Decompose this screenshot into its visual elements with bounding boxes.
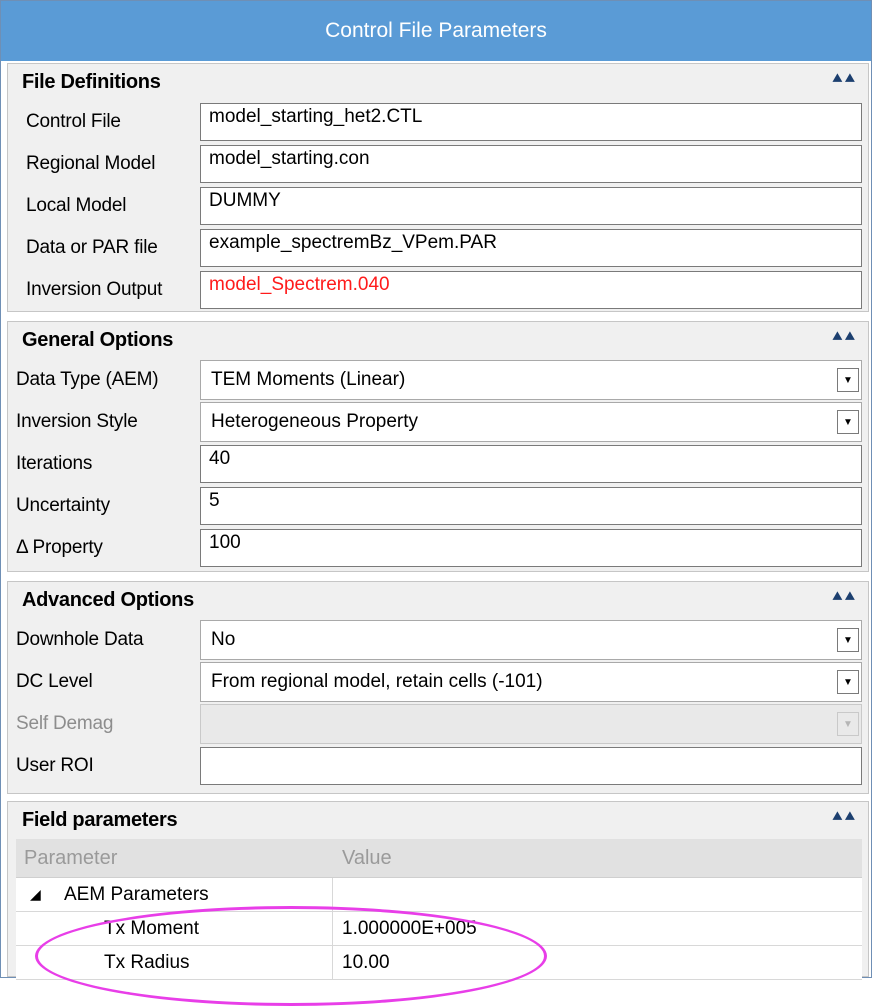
uncertainty-row: Uncertainty 5 bbox=[8, 484, 868, 528]
double-chevron-up-icon[interactable]: ⯅⯅ bbox=[831, 590, 856, 606]
advanced-options-panel: Advanced Options ⯅⯅ Downhole Data No ▼ D… bbox=[7, 581, 869, 794]
advanced-options-title: Advanced Options bbox=[22, 588, 194, 611]
double-chevron-up-icon[interactable]: ⯅⯅ bbox=[831, 330, 856, 346]
column-divider bbox=[332, 912, 333, 945]
dropdown-arrow-icon[interactable]: ▼ bbox=[837, 628, 859, 652]
regional-model-label: Regional Model bbox=[26, 153, 156, 174]
self-demag-select: ▼ bbox=[200, 704, 862, 744]
window-title: Control File Parameters bbox=[1, 1, 871, 61]
data-type-label: Data Type (AEM) bbox=[16, 369, 159, 390]
column-divider bbox=[332, 878, 333, 911]
file-definitions-title: File Definitions bbox=[22, 70, 161, 93]
data-par-file-field[interactable]: example_spectremBz_VPem.PAR bbox=[200, 229, 862, 267]
tx-radius-label: Tx Radius bbox=[104, 951, 190, 973]
control-file-field[interactable]: model_starting_het2.CTL bbox=[200, 103, 862, 141]
inversion-style-label: Inversion Style bbox=[16, 411, 138, 432]
control-file-row: Control File model_starting_het2.CTL bbox=[8, 100, 868, 144]
expand-triangle-icon[interactable]: ◢ bbox=[30, 878, 41, 911]
inversion-style-row: Inversion Style Heterogeneous Property ▼ bbox=[8, 400, 868, 444]
tx-radius-value[interactable]: 10.00 bbox=[342, 946, 390, 979]
parameter-column-header[interactable]: Parameter bbox=[24, 839, 117, 877]
iterations-field[interactable]: 40 bbox=[200, 445, 862, 483]
data-type-value: TEM Moments (Linear) bbox=[211, 369, 406, 390]
aem-parameters-group-row[interactable]: ◢ AEM Parameters bbox=[16, 878, 862, 912]
inversion-output-label: Inversion Output bbox=[26, 279, 163, 300]
dc-level-select[interactable]: From regional model, retain cells (-101)… bbox=[200, 662, 862, 702]
column-divider bbox=[332, 946, 333, 979]
uncertainty-label: Uncertainty bbox=[16, 495, 110, 516]
self-demag-label: Self Demag bbox=[16, 713, 114, 734]
table-row[interactable]: Tx Moment 1.000000E+005 bbox=[16, 912, 862, 946]
regional-model-row: Regional Model model_starting.con bbox=[8, 142, 868, 186]
delta-property-label: Δ Property bbox=[16, 537, 103, 558]
data-par-file-label: Data or PAR file bbox=[26, 237, 158, 258]
user-roi-label: User ROI bbox=[16, 755, 94, 776]
local-model-field[interactable]: DUMMY bbox=[200, 187, 862, 225]
tx-moment-label: Tx Moment bbox=[104, 917, 200, 939]
aem-parameters-label: AEM Parameters bbox=[64, 883, 209, 905]
iterations-label: Iterations bbox=[16, 453, 93, 474]
control-file-parameters-window: Control File Parameters File Definitions… bbox=[0, 0, 872, 1006]
general-options-header[interactable]: General Options ⯅⯅ bbox=[8, 322, 868, 358]
delta-property-row: Δ Property 100 bbox=[8, 526, 868, 570]
double-chevron-up-icon[interactable]: ⯅⯅ bbox=[831, 72, 856, 88]
general-options-panel: General Options ⯅⯅ Data Type (AEM) TEM M… bbox=[7, 321, 869, 572]
inversion-style-select[interactable]: Heterogeneous Property ▼ bbox=[200, 402, 862, 442]
data-type-row: Data Type (AEM) TEM Moments (Linear) ▼ bbox=[8, 358, 868, 402]
dc-level-label: DC Level bbox=[16, 671, 93, 692]
dc-level-value: From regional model, retain cells (-101) bbox=[211, 671, 543, 692]
dropdown-arrow-icon[interactable]: ▼ bbox=[837, 410, 859, 434]
inversion-output-field[interactable]: model_Spectrem.040 bbox=[200, 271, 862, 309]
delta-property-field[interactable]: 100 bbox=[200, 529, 862, 567]
iterations-row: Iterations 40 bbox=[8, 442, 868, 486]
file-definitions-header[interactable]: File Definitions ⯅⯅ bbox=[8, 64, 868, 100]
value-column-header[interactable]: Value bbox=[342, 839, 392, 877]
user-roi-field[interactable] bbox=[200, 747, 862, 785]
dropdown-arrow-icon[interactable]: ▼ bbox=[837, 670, 859, 694]
user-roi-row: User ROI bbox=[8, 744, 868, 788]
control-file-label: Control File bbox=[26, 111, 121, 132]
parameter-grid-header: Parameter Value bbox=[16, 839, 862, 878]
field-parameters-header[interactable]: Field parameters ⯅⯅ bbox=[8, 802, 868, 838]
data-par-file-row: Data or PAR file example_spectremBz_VPem… bbox=[8, 226, 868, 270]
local-model-label: Local Model bbox=[26, 195, 127, 216]
file-definitions-panel: File Definitions ⯅⯅ Control File model_s… bbox=[7, 63, 869, 312]
advanced-options-header[interactable]: Advanced Options ⯅⯅ bbox=[8, 582, 868, 618]
table-row[interactable]: Tx Radius 10.00 bbox=[16, 946, 862, 980]
general-options-title: General Options bbox=[22, 328, 174, 351]
inversion-style-value: Heterogeneous Property bbox=[211, 411, 419, 432]
downhole-data-row: Downhole Data No ▼ bbox=[8, 618, 868, 662]
data-type-select[interactable]: TEM Moments (Linear) ▼ bbox=[200, 360, 862, 400]
self-demag-row: Self Demag ▼ bbox=[8, 702, 868, 746]
inversion-output-row: Inversion Output model_Spectrem.040 bbox=[8, 268, 868, 312]
field-parameters-title: Field parameters bbox=[22, 808, 178, 831]
field-parameters-panel: Field parameters ⯅⯅ Parameter Value ◢ AE… bbox=[7, 801, 869, 980]
dc-level-row: DC Level From regional model, retain cel… bbox=[8, 660, 868, 704]
local-model-row: Local Model DUMMY bbox=[8, 184, 868, 228]
downhole-data-select[interactable]: No ▼ bbox=[200, 620, 862, 660]
downhole-data-value: No bbox=[211, 629, 236, 650]
dropdown-arrow-icon[interactable]: ▼ bbox=[837, 368, 859, 392]
double-chevron-up-icon[interactable]: ⯅⯅ bbox=[831, 810, 856, 826]
dropdown-arrow-icon: ▼ bbox=[837, 712, 859, 736]
downhole-data-label: Downhole Data bbox=[16, 629, 144, 650]
uncertainty-field[interactable]: 5 bbox=[200, 487, 862, 525]
regional-model-field[interactable]: model_starting.con bbox=[200, 145, 862, 183]
tx-moment-value[interactable]: 1.000000E+005 bbox=[342, 912, 477, 945]
